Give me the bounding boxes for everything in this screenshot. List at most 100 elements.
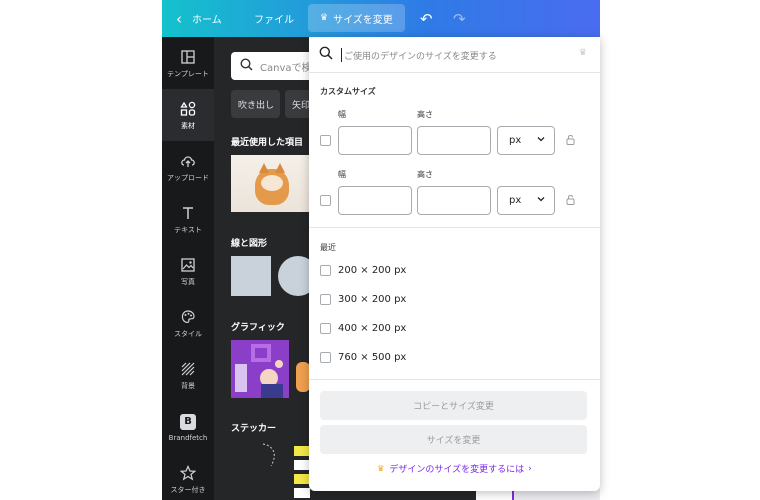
crown-icon: ♛: [377, 464, 385, 473]
photo-icon: [181, 256, 195, 274]
sticker-swirl[interactable]: [261, 442, 281, 468]
rail-item-styles[interactable]: スタイル: [162, 297, 214, 349]
rail-label: 素材: [181, 121, 195, 130]
rail-label: テキスト: [174, 225, 202, 234]
search-icon: [319, 46, 333, 64]
recent-size-checkbox[interactable]: [320, 322, 331, 334]
recent-size-label: 300 × 200 px: [338, 293, 407, 305]
custom-size-checkbox[interactable]: [320, 135, 331, 146]
rail-label: スタイル: [174, 329, 202, 338]
recent-size-label: 400 × 200 px: [338, 322, 407, 334]
recent-size-checkbox[interactable]: [320, 293, 331, 305]
custom-size-checkbox[interactable]: [320, 195, 331, 206]
elements-icon: [180, 100, 196, 118]
brandfetch-logo: B: [180, 413, 196, 430]
copy-and-resize-button[interactable]: コピーとサイズ変更: [320, 391, 587, 420]
text-caret: [341, 48, 342, 62]
rail-label: テンプレート: [167, 69, 209, 78]
recent-size-checkbox[interactable]: [320, 264, 331, 276]
width-input[interactable]: [338, 186, 412, 215]
shape-square[interactable]: [231, 256, 271, 296]
rail-label: Brandfetch: [168, 433, 208, 442]
height-label: 高さ: [417, 110, 433, 119]
graphic-illustration[interactable]: [231, 340, 289, 398]
rail-item-photos[interactable]: 写真: [162, 245, 214, 297]
sticker-text-badge[interactable]: [294, 442, 310, 500]
custom-size-title: カスタムサイズ: [320, 87, 376, 96]
chevron-right-icon: ›: [528, 463, 532, 474]
text-icon: [181, 204, 195, 222]
recent-size-item[interactable]: 760 × 500 px: [320, 349, 406, 365]
rail-item-templates[interactable]: テンプレート: [162, 37, 214, 89]
resize-help-label: デザインのサイズを変更するには: [389, 465, 525, 475]
cat-face: [261, 175, 283, 191]
chevron-down-icon: [536, 194, 546, 207]
redo-icon[interactable]: ↷: [453, 0, 466, 37]
rail-item-brandfetch[interactable]: B Brandfetch: [162, 401, 214, 453]
height-label: 高さ: [417, 170, 433, 179]
rail-item-background[interactable]: 背景: [162, 349, 214, 401]
palette-icon: [181, 308, 195, 326]
rail-item-upload[interactable]: アップロード: [162, 141, 214, 193]
section-title-recent: 最近使用した項目: [231, 138, 304, 148]
upload-icon: [180, 152, 196, 170]
chip-speech-bubble[interactable]: 吹き出し: [231, 90, 280, 118]
file-menu-button[interactable]: ファイル: [254, 0, 294, 37]
left-rail: テンプレート 素材 アップロード テキスト 写真 スタイル 背景 B Brand…: [162, 37, 214, 500]
home-label: ホーム: [192, 15, 222, 26]
home-button[interactable]: ‹ ホーム: [176, 0, 222, 37]
section-title-graphics: グラフィック: [231, 323, 285, 333]
width-label: 幅: [338, 170, 346, 179]
top-bar: ‹ ホーム ファイル ♛ サイズを変更 ↶ ↷: [162, 0, 600, 37]
recent-size-item[interactable]: 200 × 200 px: [320, 262, 406, 278]
resize-dropdown: ご使用のデザインのサイズを変更する ♛ カスタムサイズ 幅 高さ px 幅 高さ…: [309, 37, 600, 491]
unit-select[interactable]: px: [497, 126, 555, 155]
graphic-figure[interactable]: [296, 362, 310, 392]
background-icon: [181, 360, 195, 378]
rail-item-elements[interactable]: 素材: [162, 89, 214, 141]
template-icon: [181, 48, 195, 66]
brandfetch-icon: B: [180, 413, 196, 431]
section-title-stickers: ステッカー: [231, 424, 277, 434]
search-icon: [240, 57, 253, 75]
rail-item-starred[interactable]: スター付き: [162, 453, 214, 500]
lock-icon[interactable]: [566, 134, 575, 148]
crown-icon: ♛: [578, 48, 587, 58]
resize-search-placeholder: ご使用のデザインのサイズを変更する: [344, 52, 497, 62]
resize-label: サイズを変更: [333, 14, 393, 26]
recent-cat-photo[interactable]: [231, 155, 311, 212]
rail-label: 写真: [181, 277, 195, 286]
width-label: 幅: [338, 110, 346, 119]
recent-title: 最近: [320, 243, 336, 252]
resize-help-link[interactable]: ♛ デザインのサイズを変更するには ›: [309, 462, 600, 476]
rail-label: アップロード: [167, 173, 209, 182]
resize-submit-button[interactable]: サイズを変更: [320, 425, 587, 454]
chevron-left-icon: ‹: [176, 9, 182, 28]
recent-size-item[interactable]: 300 × 200 px: [320, 291, 406, 307]
height-input[interactable]: [417, 186, 491, 215]
cat-ear: [259, 163, 269, 173]
lock-icon[interactable]: [566, 194, 575, 208]
crown-icon: ♛: [320, 13, 329, 23]
undo-icon[interactable]: ↶: [420, 0, 433, 37]
section-title-shapes: 線と図形: [231, 239, 268, 249]
divider: [309, 227, 600, 228]
width-input[interactable]: [338, 126, 412, 155]
chevron-down-icon: [536, 134, 546, 147]
unit-select[interactable]: px: [497, 186, 555, 215]
resize-search-input[interactable]: ご使用のデザインのサイズを変更する ♛: [309, 37, 600, 73]
rail-label: スター付き: [170, 485, 206, 494]
recent-size-checkbox[interactable]: [320, 351, 331, 363]
resize-button[interactable]: ♛ サイズを変更: [308, 4, 405, 32]
divider: [309, 379, 600, 380]
cat-ear: [275, 163, 285, 173]
rail-item-text[interactable]: テキスト: [162, 193, 214, 245]
height-input[interactable]: [417, 126, 491, 155]
recent-size-label: 200 × 200 px: [338, 264, 407, 276]
canva-editor: ‹ ホーム ファイル ♛ サイズを変更 ↶ ↷ テンプレート 素材 アップロード…: [0, 0, 760, 500]
recent-size-label: 760 × 500 px: [338, 351, 407, 363]
recent-size-item[interactable]: 400 × 200 px: [320, 320, 406, 336]
unit-value: px: [509, 195, 522, 206]
star-icon: [180, 464, 196, 482]
unit-value: px: [509, 135, 522, 146]
